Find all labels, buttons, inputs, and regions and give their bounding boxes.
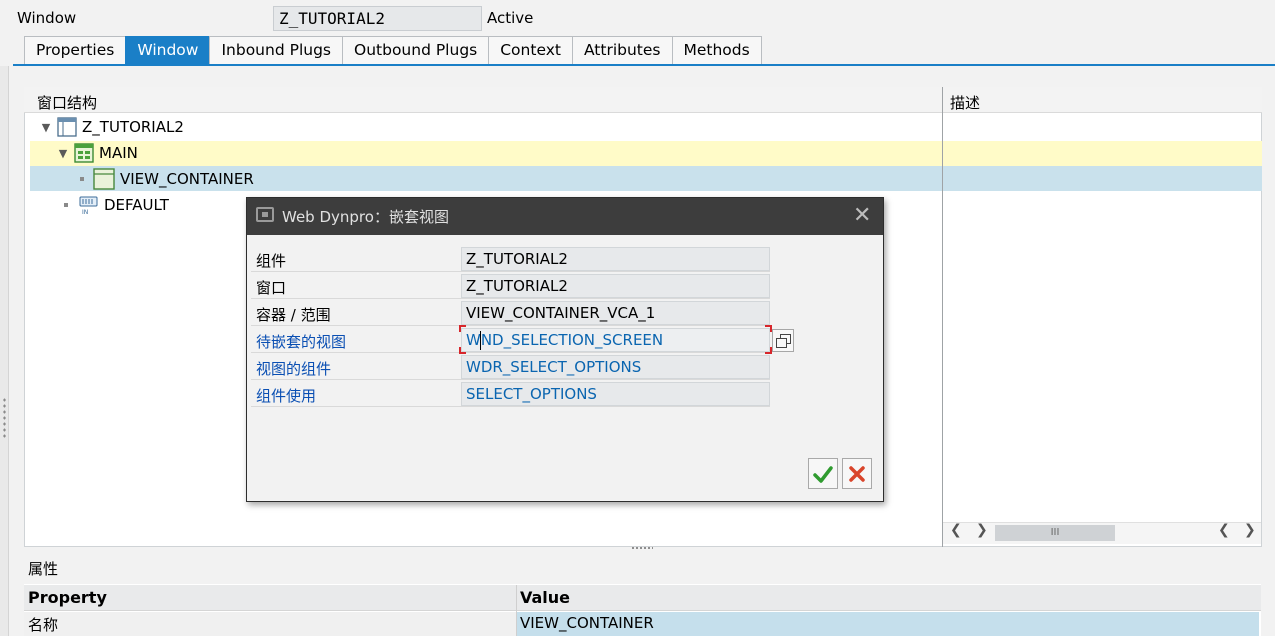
cancel-x-icon xyxy=(849,465,865,482)
field-label-container: 容器 / 范围 xyxy=(256,306,331,324)
scroll-right-icon[interactable]: ❯ xyxy=(976,522,988,538)
scroll-left-icon[interactable]: ❮ xyxy=(1218,522,1230,538)
object-type-label: Window xyxy=(17,9,77,27)
scroll-right-icon[interactable]: ❯ xyxy=(1244,522,1256,538)
tree-node-label: DEFAULT xyxy=(104,196,169,214)
chevron-down-icon[interactable]: ▼ xyxy=(57,147,69,160)
tree-node-root[interactable]: ▼ Z_TUTORIAL2 xyxy=(40,115,184,139)
field-label-view-component: 视图的组件 xyxy=(256,360,332,378)
tree-node-label: VIEW_CONTAINER xyxy=(120,170,254,188)
column-header-structure: 窗口结构 xyxy=(37,94,98,112)
table-row[interactable] xyxy=(24,612,516,636)
column-header-property: Property xyxy=(28,588,107,607)
container-icon xyxy=(93,168,115,190)
properties-title: 属性 xyxy=(28,560,59,578)
component-field: Z_TUTORIAL2 xyxy=(461,247,770,271)
field-label-component: 组件 xyxy=(256,252,287,270)
tab-methods[interactable]: Methods xyxy=(671,36,762,65)
tree-node-default[interactable]: IN DEFAULT xyxy=(60,193,169,217)
horizontal-splitter-grip-icon[interactable] xyxy=(631,546,653,550)
column-separator[interactable] xyxy=(942,87,943,547)
left-splitter[interactable] xyxy=(0,66,9,636)
field-label-component-usage: 组件使用 xyxy=(256,387,317,405)
leaf-bullet-icon xyxy=(64,203,68,207)
dialog-title: Web Dynpro：嵌套视图 xyxy=(282,208,449,226)
tree-header xyxy=(24,87,1262,113)
chevron-down-icon[interactable]: ▼ xyxy=(40,121,52,134)
status-label: Active xyxy=(487,9,534,27)
tab-inbound-plugs[interactable]: Inbound Plugs xyxy=(209,36,342,65)
cancel-button[interactable] xyxy=(842,458,872,489)
property-name-cell: 名称 xyxy=(28,616,59,634)
column-header-description: 描述 xyxy=(950,94,981,112)
container-field: VIEW_CONTAINER_VCA_1 xyxy=(461,301,770,325)
tab-window[interactable]: Window xyxy=(125,36,210,65)
focus-corner xyxy=(765,347,772,354)
view-to-embed-input[interactable]: WND_SELECTION_SCREEN xyxy=(461,328,770,352)
focus-corner xyxy=(459,347,466,354)
focus-corner xyxy=(765,325,772,332)
view-icon xyxy=(74,143,94,163)
inbound-plug-icon: IN xyxy=(79,196,98,215)
scroll-thumb[interactable]: III xyxy=(995,525,1115,541)
tab-context[interactable]: Context xyxy=(488,36,572,65)
window-icon xyxy=(57,117,77,137)
tree-node-view-container[interactable]: VIEW_CONTAINER xyxy=(76,167,254,191)
splitter-grip-icon[interactable] xyxy=(2,397,7,439)
leaf-bullet-icon xyxy=(80,177,84,181)
text-cursor xyxy=(480,331,481,350)
property-value-cell: VIEW_CONTAINER xyxy=(520,614,654,632)
focus-corner xyxy=(459,325,466,332)
column-header-value: Value xyxy=(520,588,571,607)
confirm-button[interactable] xyxy=(808,458,838,489)
value-help-icon-front xyxy=(776,338,787,348)
svg-text:IN: IN xyxy=(82,209,88,215)
view-component-input[interactable]: WDR_SELECT_OPTIONS xyxy=(461,355,770,379)
tab-outbound-plugs[interactable]: Outbound Plugs xyxy=(342,36,489,65)
field-label-view-to-embed: 待嵌套的视图 xyxy=(256,333,347,351)
dialog-window-icon xyxy=(256,207,274,222)
field-label-window: 窗口 xyxy=(256,279,287,297)
value-help-button[interactable] xyxy=(772,329,794,352)
tab-properties[interactable]: Properties xyxy=(24,36,126,65)
close-icon[interactable]: ✕ xyxy=(853,203,871,228)
tree-node-label: Z_TUTORIAL2 xyxy=(82,118,184,136)
tree-node-label: MAIN xyxy=(99,144,138,162)
window-field: Z_TUTORIAL2 xyxy=(461,274,770,298)
properties-header xyxy=(24,585,1261,611)
component-usage-input[interactable]: SELECT_OPTIONS xyxy=(461,382,770,406)
tree-row-highlight xyxy=(30,141,1262,166)
object-name-field: Z_TUTORIAL2 xyxy=(273,6,482,31)
tab-attributes[interactable]: Attributes xyxy=(571,36,672,65)
tree-node-main[interactable]: ▼ MAIN xyxy=(57,141,138,165)
scroll-left-icon[interactable]: ❮ xyxy=(950,522,962,538)
tab-underline xyxy=(13,64,1275,66)
check-icon xyxy=(813,465,833,483)
tab-strip: Properties Window Inbound Plugs Outbound… xyxy=(24,36,762,65)
column-separator xyxy=(516,585,517,636)
